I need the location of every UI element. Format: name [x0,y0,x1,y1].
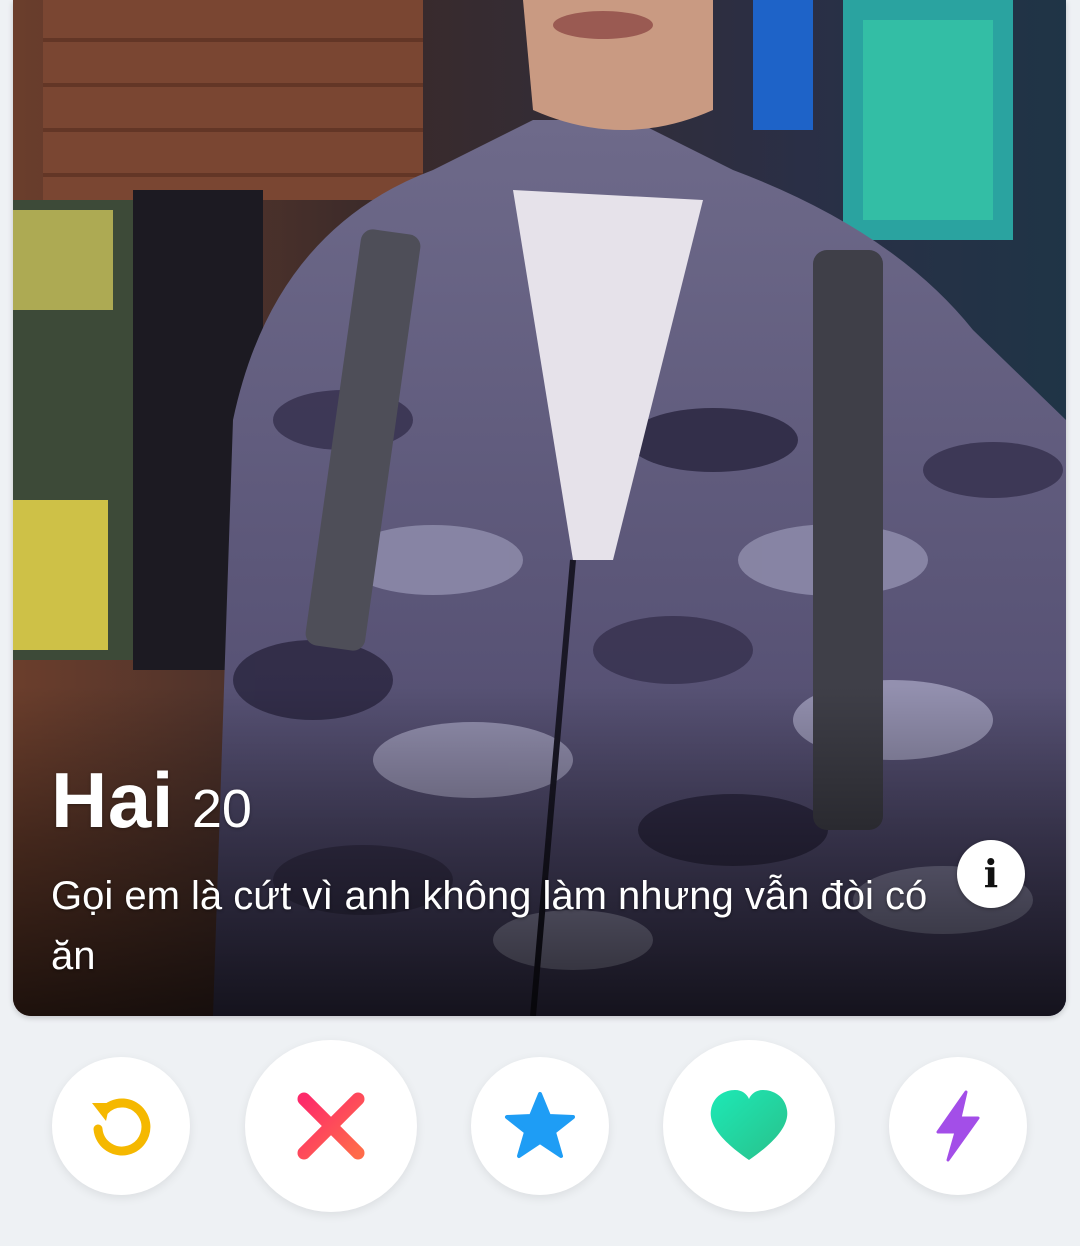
like-button[interactable] [663,1040,835,1212]
info-icon: i [983,851,999,896]
profile-info[interactable]: Hai 20 Gọi em là cứt vì anh không làm nh… [51,755,931,986]
app-screen: Hai 20 Gọi em là cứt vì anh không làm nh… [0,0,1080,1246]
lightning-icon [936,1090,980,1162]
profile-bio: Gọi em là cứt vì anh không làm nhưng vẫn… [51,874,928,978]
super-like-button[interactable] [471,1057,609,1195]
heart-icon [710,1090,788,1160]
profile-age: 20 [191,779,252,839]
action-bar [0,1040,1080,1212]
profile-name: Hai [51,756,174,844]
close-icon [297,1092,365,1160]
rewind-button[interactable] [52,1057,190,1195]
nope-button[interactable] [245,1040,417,1212]
profile-card[interactable]: Hai 20 Gọi em là cứt vì anh không làm nh… [13,0,1066,1016]
boost-button[interactable] [889,1057,1027,1195]
star-icon [505,1092,575,1158]
name-age-row: Hai 20 [51,755,931,846]
info-button[interactable]: i [957,840,1025,908]
rewind-icon [92,1098,151,1156]
